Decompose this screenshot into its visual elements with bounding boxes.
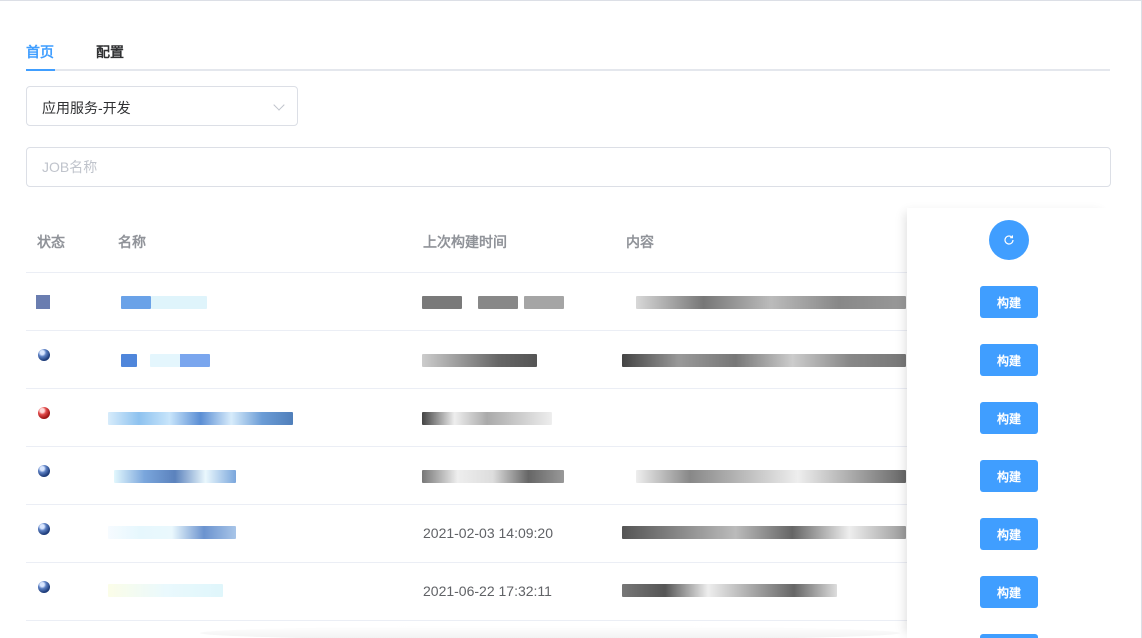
select-value: 应用服务-开发	[42, 100, 131, 116]
redacted-name[interactable]	[108, 584, 223, 597]
column-header-status: 状态	[37, 234, 65, 250]
redacted-name[interactable]	[108, 412, 293, 425]
job-table: 状态 名称 上次构建时间 内容 2021-02-03 14:09:20 2021…	[26, 208, 1111, 638]
redacted-content	[622, 354, 906, 367]
job-name-search-input[interactable]	[26, 147, 1111, 187]
build-button[interactable]: 构建	[980, 460, 1038, 492]
redacted-content	[422, 354, 537, 367]
redacted-content	[622, 526, 906, 539]
status-blue-icon	[38, 349, 50, 361]
status-icon	[36, 295, 50, 309]
operations-column: 构建 构建 构建 构建 构建 构建	[907, 208, 1111, 638]
build-button[interactable]: 构建	[980, 576, 1038, 608]
redacted-content	[478, 296, 518, 309]
environment-select[interactable]: 应用服务-开发	[26, 86, 298, 126]
status-red-icon	[38, 407, 50, 419]
status-blue-icon	[38, 523, 50, 535]
redacted-name	[151, 296, 207, 309]
status-blue-icon	[38, 465, 50, 477]
chevron-down-icon	[273, 99, 285, 111]
build-button[interactable]: 构建	[980, 344, 1038, 376]
build-button[interactable]: 构建	[980, 402, 1038, 434]
redacted-content	[422, 296, 462, 309]
redacted-name[interactable]	[114, 470, 236, 483]
refresh-button[interactable]	[989, 220, 1029, 260]
tab-config[interactable]: 配置	[96, 42, 124, 62]
redacted-name[interactable]	[121, 354, 137, 367]
bottom-shadow	[200, 626, 900, 638]
column-header-name: 名称	[118, 234, 146, 250]
redacted-content	[636, 296, 906, 309]
redacted-content	[422, 412, 552, 425]
tab-bar: 首页 配置	[26, 38, 1110, 71]
last-build-time: 2021-06-22 17:32:11	[423, 583, 552, 599]
redacted-content	[622, 584, 837, 597]
tab-home[interactable]: 首页	[26, 42, 54, 62]
column-header-last-build-time: 上次构建时间	[423, 234, 507, 250]
status-blue-icon	[38, 581, 50, 593]
redacted-content	[422, 470, 564, 483]
column-header-content: 内容	[626, 234, 654, 250]
redacted-name[interactable]	[121, 296, 151, 309]
last-build-time: 2021-02-03 14:09:20	[423, 525, 553, 541]
active-tab-indicator	[26, 69, 55, 71]
build-button[interactable]: 构建	[980, 518, 1038, 550]
redacted-name[interactable]	[108, 526, 236, 539]
refresh-icon	[1004, 235, 1014, 245]
build-button-partial[interactable]	[980, 634, 1038, 638]
redacted-content	[524, 296, 564, 309]
redacted-content	[636, 470, 906, 483]
redacted-name	[150, 354, 210, 367]
build-button[interactable]: 构建	[980, 286, 1038, 318]
